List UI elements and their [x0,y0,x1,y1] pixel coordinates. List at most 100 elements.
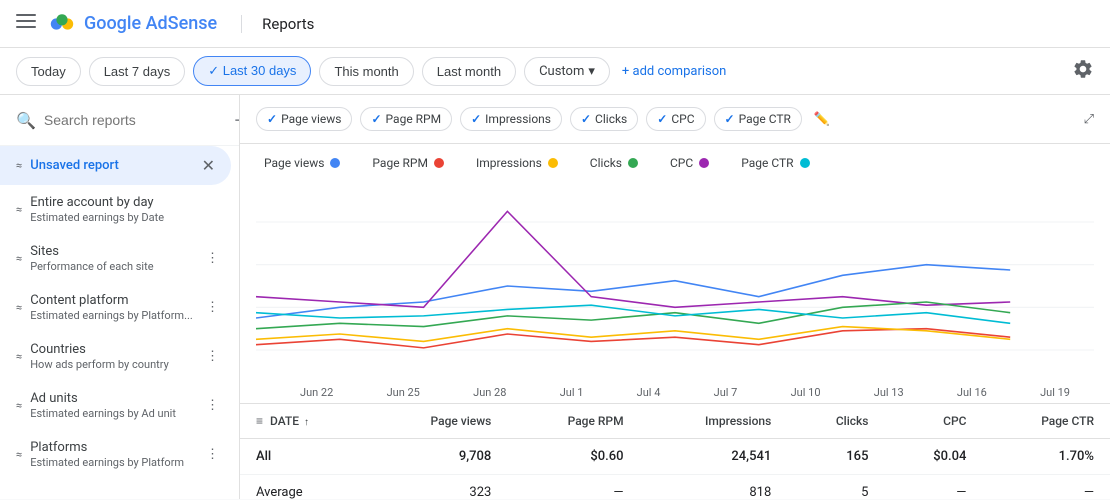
more-options-ad-units[interactable]: ⋮ [202,394,223,417]
filter-custom[interactable]: Custom ▾ [524,57,610,86]
sidebar-item-sub-ad-units: Estimated earnings by Ad unit [30,407,194,420]
legend-pagerpm: Page RPM [372,156,444,170]
row-avg-impressions: 818 [640,475,788,500]
more-options-platforms[interactable]: ⋮ [202,443,223,466]
main-layout: 🔍 ＋ ≈ Unsaved report ✕ ≈ Entire account … [0,95,1110,499]
filter-lastmonth[interactable]: Last month [422,57,516,86]
sidebar-item-label-content: Content platform [30,293,194,308]
col-header-pagerpm[interactable]: Page RPM [507,404,639,439]
sidebar-item-label-countries: Countries [30,342,194,357]
chart-filters: ✓ Page views ✓ Page RPM ✓ Impressions ✓ … [240,95,1110,144]
row-all-impressions: 24,541 [640,439,788,475]
add-report-icon[interactable]: ＋ [233,107,240,133]
filter-chip-pagerpm[interactable]: ✓ Page RPM [360,107,452,131]
more-options-countries[interactable]: ⋮ [202,345,223,368]
row-all-pagectr: 1.70% [982,439,1110,475]
sidebar-item-icon-platforms: ≈ [16,448,22,461]
sidebar: 🔍 ＋ ≈ Unsaved report ✕ ≈ Entire account … [0,95,240,499]
row-all-clicks: 165 [787,439,884,475]
chip-label-pageviews: Page views [281,112,341,126]
legend-dot-pagectr [800,158,810,168]
legend-dot-pagerpm [434,158,444,168]
sidebar-item-sub-platforms: Estimated earnings by Platform [30,456,194,469]
legend-impressions: Impressions [476,156,558,170]
add-comparison-button[interactable]: + add comparison [622,64,726,79]
table-icon[interactable]: ≡ [256,414,263,428]
more-options-content[interactable]: ⋮ [202,296,223,319]
col-header-impressions[interactable]: Impressions [640,404,788,439]
sidebar-item-icon-entire: ≈ [16,203,22,216]
sidebar-item-icon-ad-units: ≈ [16,399,22,412]
col-header-pageviews[interactable]: Page views [368,404,508,439]
sidebar-item-sites[interactable]: ≈ Sites Performance of each site ⋮ [0,234,239,283]
chart-legend: Page views Page RPM Impressions Clicks C… [240,144,1110,182]
topbar: Google AdSense Reports [0,0,1110,48]
content-area: ✓ Page views ✓ Page RPM ✓ Impressions ✓ … [240,95,1110,499]
col-header-cpc[interactable]: CPC [884,404,982,439]
sidebar-item-sub-content: Estimated earnings by Platform... [30,309,194,322]
row-all-pageviews: 9,708 [368,439,508,475]
filter-thismonth[interactable]: This month [319,57,413,86]
table-row-all: All 9,708 $0.60 24,541 165 $0.04 1.70% [240,439,1110,475]
sidebar-item-sub-entire: Estimated earnings by Date [30,211,223,224]
close-unsaved-icon[interactable]: ✕ [202,156,215,175]
logo-text: Google AdSense [84,13,217,34]
sidebar-item-label-ad-units: Ad units [30,391,194,406]
search-bar: 🔍 ＋ [0,95,239,146]
table-row-average: Average 323 — 818 5 — — [240,475,1110,500]
chip-label-pagerpm: Page RPM [386,112,442,126]
sidebar-item-content-platform[interactable]: ≈ Content platform Estimated earnings by… [0,283,239,332]
sidebar-item-icon-countries: ≈ [16,350,22,363]
chip-label-pagectr: Page CTR [739,112,791,126]
sort-icon-date[interactable]: ↑ [304,417,309,428]
legend-dot-pageviews [330,158,340,168]
filter-chip-pageviews[interactable]: ✓ Page views [256,107,352,131]
sidebar-item-icon-content: ≈ [16,301,22,314]
filter-last30[interactable]: Last 30 days [193,56,311,86]
filter-today[interactable]: Today [16,57,81,86]
filter-chip-clicks[interactable]: ✓ Clicks [570,107,638,131]
search-icon: 🔍 [16,111,36,130]
col-header-date[interactable]: ≡ DATE ↑ [240,404,368,439]
row-avg-clicks: 5 [787,475,884,500]
row-avg-pagectr: — [982,475,1110,500]
edit-metrics-icon[interactable]: ✏️ [814,112,830,127]
settings-icon[interactable] [1072,58,1094,84]
page-title: Reports [241,15,314,33]
sidebar-item-countries[interactable]: ≈ Countries How ads perform by country ⋮ [0,332,239,381]
sidebar-item-label-unsaved: Unsaved report [30,158,193,173]
legend-cpc: CPC [670,156,709,170]
data-table: ≡ DATE ↑ Page views Page RPM Impressions… [240,403,1110,499]
sidebar-item-platforms[interactable]: ≈ Platforms Estimated earnings by Platfo… [0,430,239,479]
filter-last7[interactable]: Last 7 days [89,57,186,86]
sidebar-item-entire-account[interactable]: ≈ Entire account by day Estimated earnin… [0,185,239,234]
more-options-sites[interactable]: ⋮ [202,247,223,270]
chip-label-clicks: Clicks [595,112,627,126]
chip-label-cpc: CPC [671,112,694,126]
chart-area [240,182,1110,382]
filter-chip-impressions[interactable]: ✓ Impressions [460,107,562,131]
filter-chip-pagectr[interactable]: ✓ Page CTR [714,107,802,131]
sidebar-item-icon-sites: ≈ [16,252,22,265]
col-header-clicks[interactable]: Clicks [787,404,884,439]
table-header-row: ≡ DATE ↑ Page views Page RPM Impressions… [240,404,1110,439]
legend-dot-impressions [548,158,558,168]
hamburger-menu[interactable] [16,14,36,34]
filter-chip-cpc[interactable]: ✓ CPC [646,107,705,131]
sidebar-item-unsaved[interactable]: ≈ Unsaved report ✕ [0,146,231,185]
sidebar-item-label-entire: Entire account by day [30,195,223,210]
row-avg-cpc: — [884,475,982,500]
sidebar-item-label-sites: Sites [30,244,194,259]
sidebar-item-ad-units[interactable]: ≈ Ad units Estimated earnings by Ad unit… [0,381,239,430]
logo: Google AdSense [48,10,217,38]
row-all-label: All [240,439,368,475]
sidebar-item-sub-countries: How ads perform by country [30,358,194,371]
legend-dot-cpc [699,158,709,168]
expand-chart-icon[interactable]: ⤢ [1084,112,1094,127]
sidebar-item-sub-sites: Performance of each site [30,260,194,273]
row-avg-pageviews: 323 [368,475,508,500]
adsense-logo-icon [48,10,76,38]
search-input[interactable] [44,112,225,128]
col-header-pagectr[interactable]: Page CTR [982,404,1110,439]
row-avg-label: Average [240,475,368,500]
